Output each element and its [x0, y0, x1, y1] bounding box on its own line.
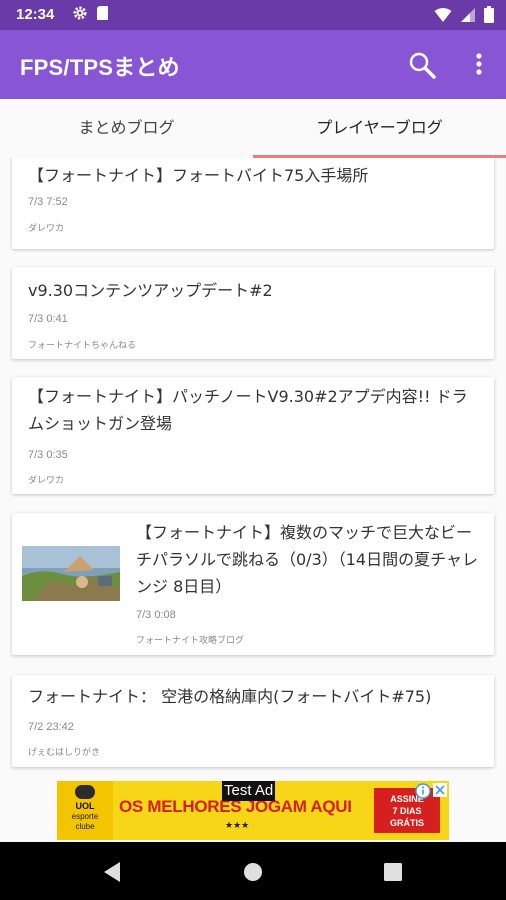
- game-screenshot-image: [22, 546, 120, 601]
- ad-rating-stars: ★★★: [225, 821, 250, 831]
- article-title: 【フォートナイト】フォートバイト75入手場所: [28, 166, 369, 185]
- article-date: 7/3 7:52: [28, 196, 68, 208]
- ad-cta-line2: 7 DIAS: [392, 806, 422, 816]
- app-title: FPS/TPSまとめ: [20, 55, 180, 80]
- ad-close-icon[interactable]: [433, 783, 447, 797]
- list-item[interactable]: 【フォートナイト】パッチノートV9.30#2アプデ内容!! ドラムショットガン登…: [12, 377, 494, 494]
- list-item[interactable]: フォートナイト： 空港の格納庫内(フォートバイト#75) 7/2 23:42 げ…: [12, 675, 494, 767]
- list-item[interactable]: 【フォートナイト】フォートバイト75入手場所 7/3 7:52 ダレワカ: [12, 158, 494, 249]
- ad-info-icon[interactable]: [415, 783, 431, 799]
- article-date: 7/2 23:42: [28, 721, 74, 733]
- article-source: ダレワカ: [28, 476, 65, 486]
- list-item[interactable]: 【フォートナイト】複数のマッチで巨大なビーチパラソルで跳ねる（0/3）（14日間…: [12, 513, 494, 655]
- status-time: 12:34: [16, 6, 55, 23]
- search-icon[interactable]: [405, 50, 441, 80]
- list-item[interactable]: v9.30コンテンツアップデート#2 7/3 0:41 フォートナイトちゃんねる: [12, 267, 494, 359]
- status-bar: 12:34: [0, 0, 506, 30]
- status-left-icons: [72, 5, 109, 21]
- tab-bar: まとめブログ プレイヤーブログ: [0, 99, 506, 158]
- back-icon[interactable]: [100, 860, 124, 884]
- tab-player-blog[interactable]: プレイヤーブログ: [253, 99, 506, 158]
- status-right-icons: [434, 6, 494, 23]
- article-list[interactable]: 【フォートナイト】フォートバイト75入手場所 7/3 7:52 ダレワカ v9.…: [0, 158, 506, 773]
- more-options-icon[interactable]: [466, 50, 492, 80]
- tab-matome-blog[interactable]: まとめブログ: [0, 99, 253, 158]
- navigation-bar: [0, 842, 506, 900]
- recents-icon[interactable]: [382, 861, 404, 883]
- ad-logo: UOL esporte clube: [57, 781, 113, 840]
- ad-label: Test Ad: [222, 781, 276, 801]
- article-source: ダレワカ: [28, 224, 65, 234]
- ad-cta-line3: GRÁTIS: [389, 818, 424, 828]
- app-bar: FPS/TPSまとめ: [0, 30, 506, 99]
- battery-icon: [484, 6, 494, 23]
- article-title: 【フォートナイト】パッチノートV9.30#2アプデ内容!! ドラムショットガン登…: [28, 387, 468, 433]
- home-icon[interactable]: [241, 860, 265, 884]
- article-date: 7/3 0:41: [28, 313, 68, 325]
- ad-logo-sub2: clube: [75, 822, 95, 831]
- ad-logo-mark: [75, 785, 95, 799]
- article-source: げぇむはしりがき: [28, 748, 101, 758]
- sd-card-icon: [97, 6, 108, 20]
- settings-icon: [73, 6, 87, 20]
- ad-banner[interactable]: UOL esporte clube OS MELHORES JOGAM AQUI…: [57, 781, 449, 840]
- article-title: 【フォートナイト】複数のマッチで巨大なビーチパラソルで跳ねる（0/3）（14日間…: [136, 523, 478, 596]
- article-title: フォートナイト： 空港の格納庫内(フォートバイト#75): [28, 687, 432, 706]
- article-source: フォートナイトちゃんねる: [28, 341, 137, 351]
- ad-logo-brand: UOL: [75, 801, 95, 811]
- article-source: フォートナイト攻略ブログ: [136, 636, 245, 646]
- ad-logo-sub1: esporte: [71, 812, 99, 821]
- article-thumbnail: [22, 546, 120, 601]
- tab-label: プレイヤーブログ: [316, 118, 443, 137]
- cell-signal-icon: [461, 7, 475, 22]
- article-date: 7/3 0:35: [28, 449, 68, 461]
- tab-label: まとめブログ: [78, 118, 175, 137]
- article-title: v9.30コンテンツアップデート#2: [28, 281, 273, 300]
- article-date: 7/3 0:08: [136, 609, 176, 621]
- wifi-icon: [434, 7, 452, 22]
